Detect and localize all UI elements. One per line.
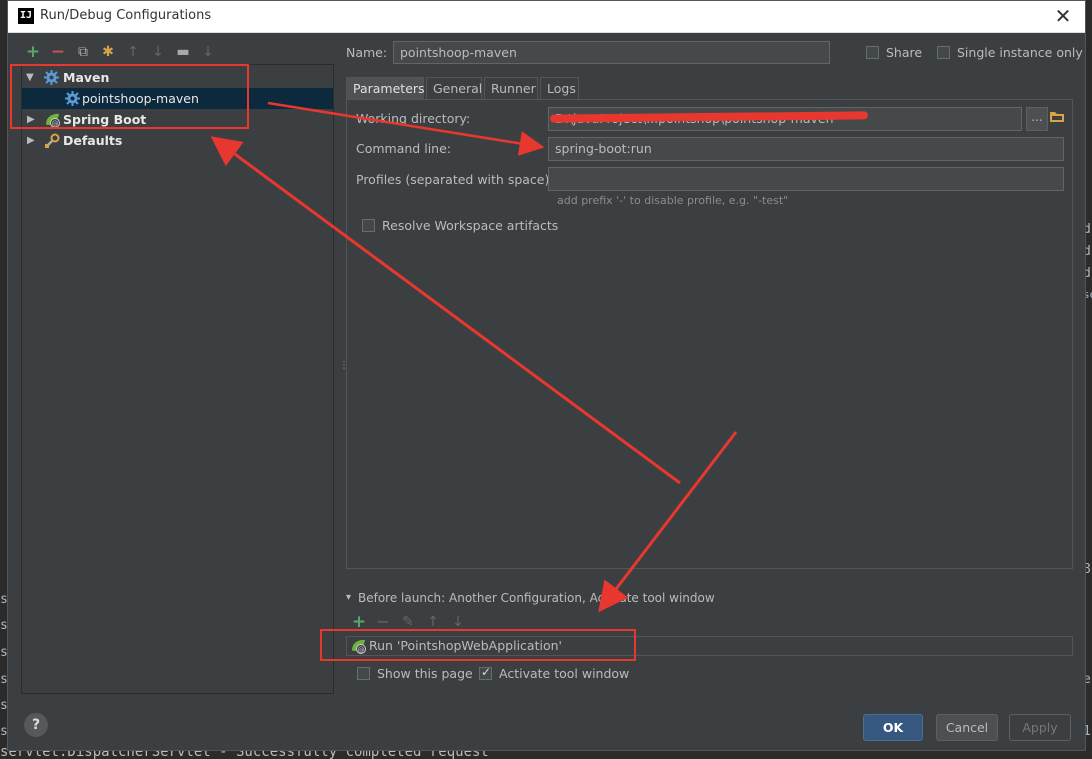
annotation-arrow — [598, 431, 738, 613]
annotation-arrow — [267, 101, 545, 156]
annotation-arrow — [210, 136, 681, 485]
annotation-arrows — [210, 101, 738, 613]
